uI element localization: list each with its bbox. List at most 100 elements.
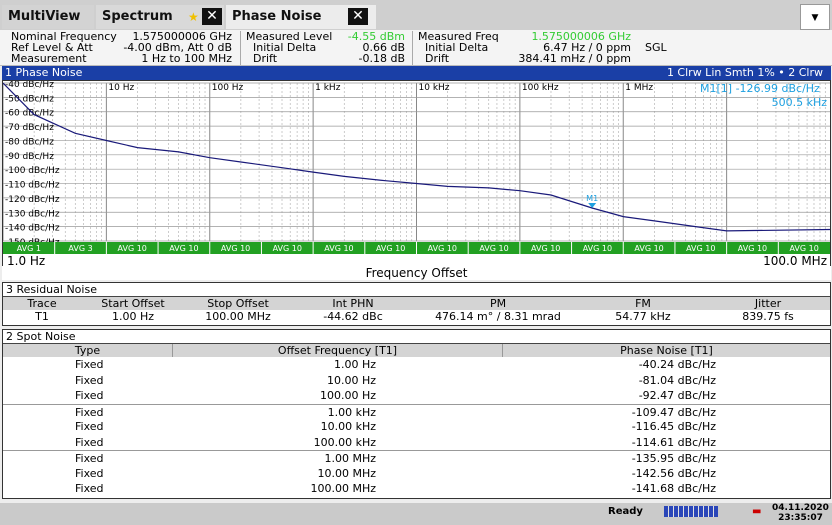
measurement-label: Measurement <box>11 52 87 65</box>
y-tick-label: -70 dBc/Hz <box>5 123 54 133</box>
cell: Fixed <box>75 452 104 465</box>
x-tick-label: 1 kHz <box>315 83 341 93</box>
residual-noise-window: 3 Residual Noise Trace Start Offset Stop… <box>2 282 831 326</box>
cell: -135.95 dBc/Hz <box>631 452 716 465</box>
date-time: 04.11.2020 23:35:07 <box>772 503 829 523</box>
avg-label: AVG 10 <box>324 244 353 253</box>
y-tick-label: -100 dBc/Hz <box>5 166 60 176</box>
date: 04.11.2020 <box>772 503 829 513</box>
table-row: Fixed 100.00 MHz -141.68 dBc/Hz <box>3 481 830 497</box>
cell: -44.62 dBc <box>323 310 383 323</box>
cell: 1.00 MHz <box>324 452 376 465</box>
trace-info: 1 Clrw Lin Smth 1% • 2 Clrw <box>666 66 823 79</box>
close-spectrum-button[interactable]: ✕ <box>202 8 222 25</box>
cell: 1.00 kHz <box>327 405 376 419</box>
cell: Fixed <box>75 358 104 371</box>
drift-level: -0.18 dB <box>358 52 406 65</box>
phase-noise-title: 1 Phase Noise <box>5 66 83 79</box>
table-row: Fixed 1.00 kHz -109.47 dBc/Hz <box>3 403 830 420</box>
avg-label: AVG 10 <box>531 244 560 253</box>
y-tick-label: -80 dBc/Hz <box>5 137 54 147</box>
cell: 476.14 m° / 8.31 mrad <box>435 310 561 323</box>
marker-freq: 500.5 kHz <box>772 96 828 109</box>
residual-header: Trace Start Offset Stop Offset Int PHN P… <box>3 297 830 310</box>
cell: 100.00 kHz <box>313 435 376 449</box>
star-icon: ★ <box>188 10 199 24</box>
measurement-value: 1 Hz to 100 MHz <box>141 52 232 65</box>
avg-label: AVG 10 <box>583 244 612 253</box>
cell: Fixed <box>75 405 104 419</box>
avg-label: AVG 10 <box>428 244 457 253</box>
cell: Fixed <box>75 420 104 433</box>
table-row: Fixed 10.00 MHz -142.56 dBc/Hz <box>3 466 830 482</box>
table-row: Fixed 100.00 kHz -114.61 dBc/Hz <box>3 435 830 451</box>
phase-noise-title-bar[interactable]: 1 Phase Noise 1 Clrw Lin Smth 1% • 2 Clr… <box>2 66 831 80</box>
avg-label: AVG 10 <box>479 244 508 253</box>
y-tick-label: -50 dBc/Hz <box>5 94 54 104</box>
tab-phase-label: Phase Noise <box>232 9 322 24</box>
cell: 1.00 Hz <box>111 310 155 323</box>
cell: -141.68 dBc/Hz <box>631 482 716 495</box>
col-fm: FM <box>635 297 651 310</box>
cell: 10.00 Hz <box>326 373 376 387</box>
cell: Fixed <box>75 482 104 495</box>
spot-noise-window: 2 Spot Noise Type Offset Frequency [T1] … <box>2 329 831 499</box>
tab-bar: MultiView Spectrum ★ ✕ Phase Noise ✕ ▼ <box>0 0 832 30</box>
spot-table-body: Fixed 1.00 Hz -40.24 dBc/Hz Fixed 10.00 Hz -8… <box>3 357 830 497</box>
y-tick-label: -90 dBc/Hz <box>5 152 54 162</box>
col-start: Start Offset <box>101 297 165 310</box>
table-row: T1 1.00 Hz 100.00 MHz -44.62 dBc 476.14 … <box>3 310 830 324</box>
drift-freq: 384.41 mHz / 0 ppm <box>518 52 631 65</box>
cell: 100.00 MHz <box>310 482 376 495</box>
status-ready: Ready <box>608 506 643 517</box>
col-stop: Stop Offset <box>207 297 269 310</box>
cell: Fixed <box>75 435 104 449</box>
drift-label: Drift <box>253 52 278 65</box>
avg-label: AVG 10 <box>686 244 715 253</box>
tab-multiview[interactable]: MultiView <box>2 5 94 29</box>
cell: -81.04 dBc/Hz <box>638 373 716 387</box>
phase-noise-plot[interactable]: -40 dBc/Hz -50 dBc/Hz -60 dBc/Hz -70 dBc/Hz… <box>2 80 831 280</box>
cell: 10.00 MHz <box>317 466 376 480</box>
cell: -114.61 dBc/Hz <box>631 435 716 449</box>
col-jitter: Jitter <box>754 297 782 310</box>
table-row: Fixed 1.00 Hz -40.24 dBc/Hz <box>3 357 830 373</box>
drift-freq-label: Drift <box>425 52 450 65</box>
avg-label: AVG 3 <box>68 244 92 253</box>
table-row: Fixed 10.00 Hz -81.04 dBc/Hz <box>3 373 830 389</box>
col-intphn: Int PHN <box>332 297 374 310</box>
y-tick-label: -130 dBc/Hz <box>5 209 60 219</box>
cell: Fixed <box>75 389 104 402</box>
avg-label: AVG 10 <box>169 244 198 253</box>
marker-readout: M1[1] -126.99 dBc/Hz <box>700 82 820 95</box>
cell: 1.00 Hz <box>333 358 376 371</box>
time: 23:35:07 <box>778 513 823 523</box>
spot-noise-title: 2 Spot Noise <box>3 330 830 344</box>
cell: -109.47 dBc/Hz <box>631 405 716 419</box>
cell: -40.24 dBc/Hz <box>638 358 716 371</box>
menu-dropdown-icon[interactable]: ▼ <box>800 4 830 30</box>
col-type: Type <box>3 344 173 357</box>
sgl-indicator: SGL <box>645 41 667 54</box>
y-tick-label: -120 dBc/Hz <box>5 195 60 205</box>
x-tick-label: 100 Hz <box>212 83 244 93</box>
residual-noise-title: 3 Residual Noise <box>3 283 830 297</box>
col-trace: Trace <box>27 297 57 310</box>
table-row: Fixed 10.00 kHz -116.45 dBc/Hz <box>3 419 830 435</box>
cell: 100.00 MHz <box>205 310 271 323</box>
phase-noise-chart: -40 dBc/Hz-50 dBc/Hz-60 dBc/Hz-70 dBc/Hz… <box>2 80 831 254</box>
col-pm: PM <box>489 297 507 310</box>
close-phase-button[interactable]: ✕ <box>348 8 368 25</box>
tab-phase-noise[interactable]: Phase Noise ✕ <box>226 5 376 29</box>
avg-label: AVG 10 <box>118 244 147 253</box>
cell: 100.00 Hz <box>319 389 376 402</box>
y-tick-label: -110 dBc/Hz <box>5 181 60 191</box>
col-offset: Offset Frequency [T1] <box>173 344 503 357</box>
cell: T1 <box>35 310 49 323</box>
avg-label: AVG 10 <box>634 244 663 253</box>
x-tick-label: 10 Hz <box>108 83 134 93</box>
cell: Fixed <box>75 373 104 387</box>
tab-spectrum[interactable]: Spectrum ★ ✕ <box>96 5 224 29</box>
lxi-icon: ▬ <box>752 506 762 517</box>
spot-header: Type Offset Frequency [T1] Phase Noise [… <box>3 344 830 357</box>
